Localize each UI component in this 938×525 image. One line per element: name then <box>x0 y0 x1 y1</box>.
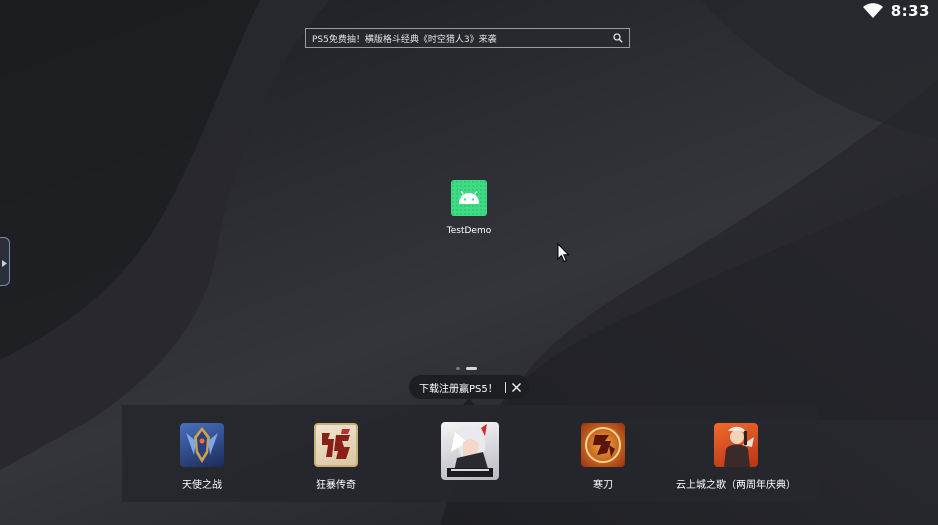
game-icon-tianshi[interactable] <box>180 423 224 467</box>
page-indicator <box>456 367 477 370</box>
dock-app-handao[interactable]: 寒刀 <box>543 423 663 491</box>
game-icon-yunshangcheng[interactable] <box>714 423 758 467</box>
dock-app-label: 狂暴传奇 <box>316 480 356 491</box>
search-text[interactable]: PS5免费抽！横版格斗经典《时空猎人3》来袭 <box>306 32 607 45</box>
dock-app-kuangbao[interactable]: 狂暴传奇 <box>276 423 396 491</box>
dock-app-label: 寒刀 <box>593 480 613 491</box>
search-bar[interactable]: PS5免费抽！横版格斗经典《时空猎人3》来袭 <box>305 28 630 48</box>
page-dot-active <box>466 367 477 370</box>
app-label: TestDemo <box>446 226 492 236</box>
side-panel-handle[interactable] <box>0 237 10 286</box>
game-icon-kuangbao[interactable] <box>314 423 358 467</box>
game-icon-handao[interactable] <box>581 423 625 467</box>
dock-app-label: 云上城之歌（两周年庆典） <box>676 480 796 491</box>
mouse-cursor-icon <box>557 242 570 267</box>
chevron-right-icon <box>2 252 7 271</box>
android-icon[interactable] <box>451 180 487 216</box>
clock: 8:33 <box>890 2 930 20</box>
promo-divider <box>505 381 506 393</box>
page-dot <box>456 367 460 370</box>
app-dock: 天使之战 狂暴传奇 寒刀 云上城之歌（两周年庆典） <box>122 405 818 502</box>
game-icon-shikong[interactable] <box>441 422 499 480</box>
dock-app-label: 天使之战 <box>182 480 222 491</box>
dock-app-tianshi[interactable]: 天使之战 <box>142 423 262 491</box>
status-bar: 8:33 <box>862 0 938 22</box>
promo-tooltip[interactable]: 下载注册赢PS5！ <box>409 375 529 399</box>
desktop-app-testdemo[interactable]: TestDemo <box>442 180 496 236</box>
close-icon[interactable] <box>512 382 521 392</box>
promo-pointer <box>463 398 475 405</box>
wifi-icon <box>862 3 883 19</box>
dock-app-yunshangcheng[interactable]: 云上城之歌（两周年庆典） <box>676 423 796 491</box>
dock-app-shikong[interactable] <box>410 422 530 480</box>
promo-text[interactable]: 下载注册赢PS5！ <box>419 380 501 395</box>
search-icon[interactable] <box>607 29 629 47</box>
